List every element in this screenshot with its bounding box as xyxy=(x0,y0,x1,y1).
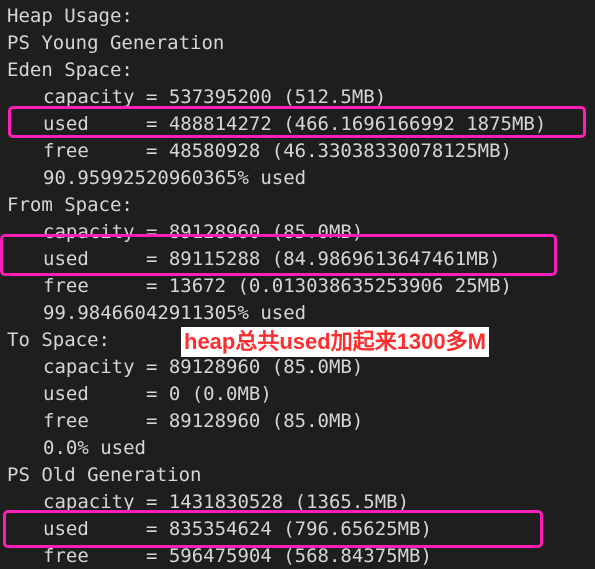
from-used-highlight-box xyxy=(0,234,557,276)
eden-free-line: free = 48580928 (46.33038330078125MB) xyxy=(43,140,512,162)
to-percent-line: 0.0% used xyxy=(43,437,146,459)
eden-used-highlight-box xyxy=(8,106,586,138)
to-capacity-line: capacity = 89128960 (85.0MB) xyxy=(43,356,364,378)
from-percent-line: 99.98466042911305% used xyxy=(43,302,307,324)
terminal-output: Heap Usage: PS Young Generation Eden Spa… xyxy=(0,0,595,569)
eden-percent-line: 90.95992520960365% used xyxy=(43,167,307,189)
young-gen-heading: PS Young Generation xyxy=(7,32,225,54)
to-free-line: free = 89128960 (85.0MB) xyxy=(43,410,364,432)
eden-space-heading: Eden Space: xyxy=(7,59,133,81)
from-space-heading: From Space: xyxy=(7,194,133,216)
from-free-line: free = 13672 (0.013038635253906 25MB) xyxy=(43,275,512,297)
to-used-line: used = 0 (0.0MB) xyxy=(43,383,272,405)
old-gen-heading: PS Old Generation xyxy=(7,464,202,486)
heap-total-annotation: heap总共used加起来1300多M xyxy=(181,327,489,357)
heap-usage-heading: Heap Usage: xyxy=(7,5,133,27)
to-space-heading: To Space: xyxy=(7,329,110,351)
old-used-highlight-box xyxy=(3,510,543,548)
